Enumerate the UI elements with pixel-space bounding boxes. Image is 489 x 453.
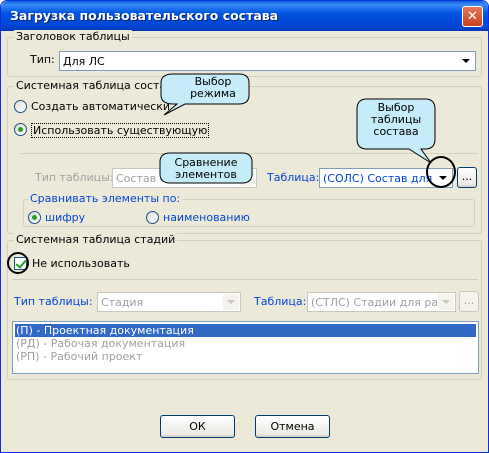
stage-table-value: (СТЛС) Стадии для разб <box>311 296 437 309</box>
table-label: Таблица: <box>267 171 320 184</box>
radio-create-auto[interactable] <box>14 100 27 113</box>
header-group-legend: Заголовок таблицы <box>14 30 132 43</box>
stage-group-legend: Системная таблица стадий <box>14 233 178 246</box>
browse-table-button[interactable]: ... <box>457 167 477 188</box>
chevron-down-icon <box>438 294 454 310</box>
radio-compare-cipher-label[interactable]: шифру <box>45 211 85 224</box>
dialog-window: Загрузка пользовательского состава ✕ Заг… <box>0 0 489 453</box>
stage-table-combo: (СТЛС) Стадии для разб <box>307 292 456 312</box>
stage-table-group: Системная таблица стадий Не использовать… <box>7 233 482 380</box>
radio-use-existing-label[interactable]: Использовать существующую <box>31 123 210 138</box>
list-item[interactable]: (РД) - Рабочая документация <box>15 337 476 350</box>
list-item[interactable]: (П) - Проектная документация <box>15 324 476 337</box>
table-type-label: Тип таблицы: <box>35 171 114 184</box>
stage-table-type-value: Стадия <box>101 296 144 309</box>
type-combo-value: Для ЛС <box>63 55 105 68</box>
browse-stage-button: ... <box>459 291 479 312</box>
cancel-button[interactable]: Отмена <box>255 415 330 438</box>
highlight-circle-table-arrow <box>426 156 456 188</box>
radio-use-existing[interactable] <box>14 123 27 136</box>
window-title: Загрузка пользовательского состава <box>10 8 279 23</box>
radio-compare-name-label[interactable]: наименованию <box>163 211 250 224</box>
type-combo[interactable]: Для ЛС <box>59 51 476 71</box>
compare-group-legend: Сравнивать элементы по: <box>28 192 183 205</box>
close-icon[interactable]: ✕ <box>462 6 483 27</box>
table-value: (СОЛС) Состав для ра <box>323 172 434 185</box>
stage-table-panel: Тип таблицы: Стадия Таблица: (СТЛС) Стад… <box>12 279 479 319</box>
type-label: Тип: <box>30 53 55 66</box>
stage-list[interactable]: (П) - Проектная документация (РД) - Рабо… <box>12 321 479 374</box>
chevron-down-icon <box>223 294 239 310</box>
checkbox-not-use-label[interactable]: Не использовать <box>32 257 130 270</box>
callout-table-text: Выбор таблицы состава <box>370 101 422 138</box>
highlight-circle-checkbox <box>7 252 29 274</box>
ok-button[interactable]: ОК <box>160 415 235 438</box>
stage-table-type-label: Тип таблицы: <box>14 295 93 308</box>
radio-compare-name[interactable] <box>146 211 159 224</box>
radio-compare-cipher[interactable] <box>28 211 41 224</box>
stage-table-label: Таблица: <box>254 295 307 308</box>
callout-mode-text: Выбор режима <box>190 75 236 100</box>
chevron-down-icon[interactable] <box>458 53 474 69</box>
callout-compare-text: Сравнение элементов <box>174 156 238 181</box>
stage-table-type-combo: Стадия <box>97 292 241 312</box>
list-item[interactable]: (РП) - Рабочий проект <box>15 350 476 363</box>
radio-create-auto-label[interactable]: Создать автоматически <box>31 100 170 113</box>
compare-group: Сравнивать элементы по: шифру наименован… <box>23 192 475 227</box>
title-bar[interactable]: Загрузка пользовательского состава ✕ <box>1 1 488 31</box>
